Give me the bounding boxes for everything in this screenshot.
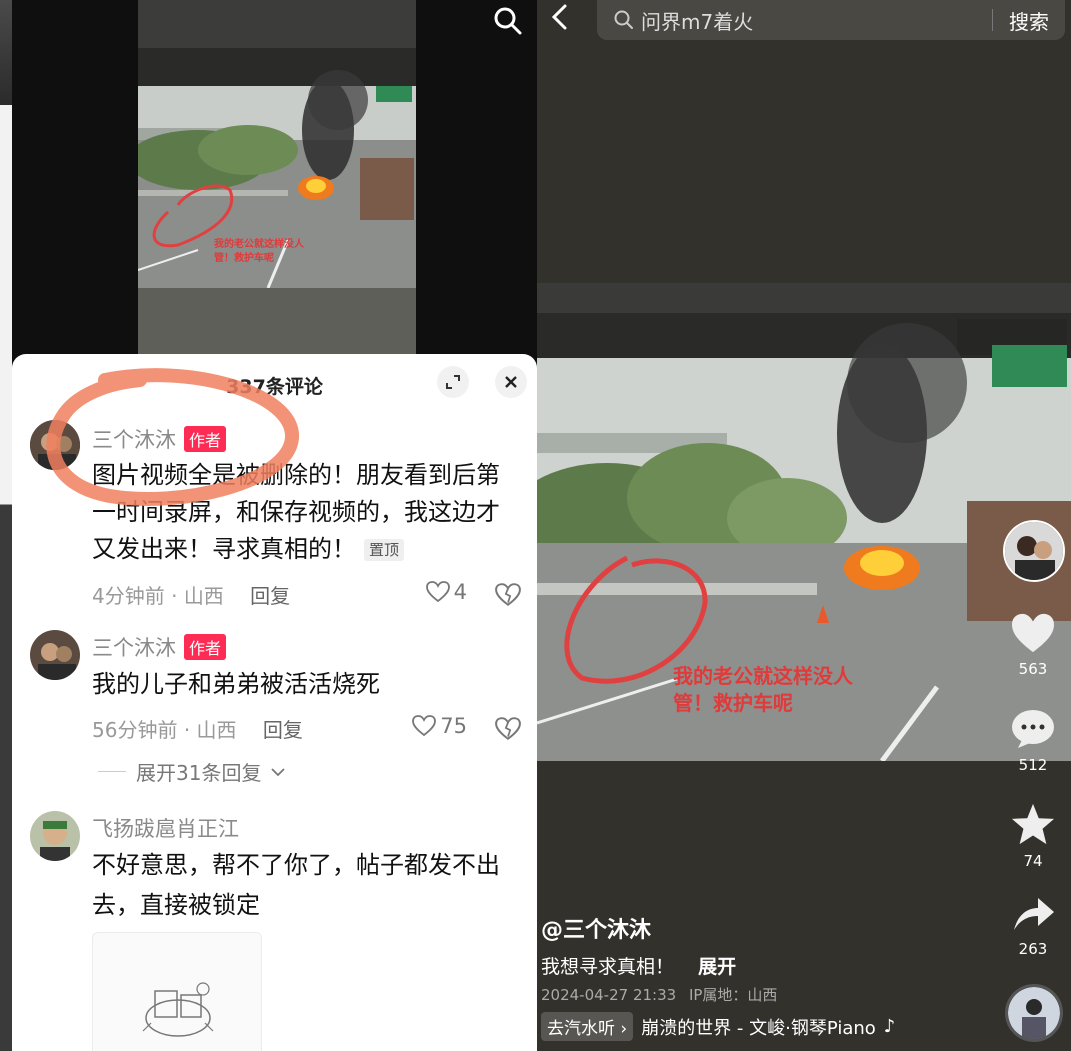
description-text: 我想寻求真相！ [541,956,675,978]
favorite-action[interactable]: 74 [1003,802,1063,870]
pinned-badge: 置顶 [364,539,405,561]
like-count: 4 [453,580,467,604]
divider-dash [98,771,126,772]
cartoon-sticker-icon [142,982,214,1037]
video-caption-overlay: 我的老公就这样没人 管！救护车呢 [673,663,853,717]
caption-line-1: 我的老公就这样没人 [214,239,304,250]
chevron-down-icon [271,767,286,776]
user-photo-icon [30,630,80,680]
expand-icon [446,375,460,389]
video-caption-overlay: 我的老公就这样没人 管！救护车呢 [214,238,304,266]
comment-count: 512 [1018,756,1048,774]
comment-action[interactable]: 512 [1003,708,1063,774]
username-text: 三个沐沐 [92,636,176,660]
comment-location: 山西 [196,718,237,742]
search-button[interactable]: 搜索 [993,6,1065,35]
music-row: 去汽水听 › 崩溃的世界 - 文峻·钢琴Piano ♪ [541,1012,895,1041]
search-input[interactable]: 问界m7着火 [641,6,992,35]
comment-attached-image[interactable] [92,932,262,1051]
music-disc[interactable] [1005,984,1063,1042]
caption-line-1: 我的老公就这样没人 [673,664,853,688]
comment-location: 山西 [183,584,224,608]
video-scene [128,0,416,355]
expand-description-button[interactable]: 展开 [698,956,736,978]
video-frame: 我的老公就这样没人 管！救护车呢 [128,0,416,355]
fullscreen-button[interactable] [437,366,469,398]
avatar[interactable] [30,630,80,680]
creator-avatar[interactable] [1003,520,1065,582]
comment-meta: 4分钟前 · 山西 回复 [92,580,290,609]
username-text: 飞扬跋扈肖正江 [92,817,239,841]
left-screenshot-panel: 我的老公就这样没人 管！救护车呢 337条评论 三个沐沐 作者 图片视频全是被删… [0,0,537,1051]
meta-dot: · [183,718,197,742]
comment-text: 不好意思，帮不了你了，帖子都发不出去，直接被锁定 [92,851,500,919]
heart-icon [1012,613,1054,653]
like-action[interactable]: 563 [1003,612,1063,678]
search-icon [614,10,633,29]
close-button[interactable] [495,366,527,398]
back-arrow-icon[interactable] [545,2,575,32]
highlight-circle-annotation [46,368,299,506]
meta-dot: · [171,584,184,608]
reply-button[interactable]: 回复 [263,718,303,742]
video-description: 我想寻求真相！ 展开 [541,952,736,979]
close-icon [505,376,517,388]
music-title[interactable]: 崩溃的世界 - 文峻·钢琴Piano [641,1014,876,1040]
caption-line-2: 管！救护车呢 [673,691,793,715]
caption-line-2: 管！救护车呢 [214,253,274,264]
comment-username[interactable]: 飞扬跋扈肖正江 [92,813,239,843]
expand-replies-label: 展开31条回复 [136,761,262,785]
comment-text: 我的儿子和弟弟被活活烧死 [92,670,380,698]
search-bar: 问界m7着火 搜索 [597,0,1065,40]
broken-heart-icon[interactable] [495,716,521,742]
share-count: 263 [1018,940,1048,958]
video-meta: 2024-04-27 21:33 IP属地：山西 [541,984,777,1005]
like-count: 563 [1018,660,1048,678]
star-icon [1011,803,1055,845]
comment-username[interactable]: 三个沐沐 作者 [92,632,227,662]
favorite-count: 74 [1023,852,1043,870]
share-arrow-icon [1014,898,1054,930]
music-note-icon: ♪ [883,1016,896,1037]
music-tag-label: 去汽水听 [547,1019,615,1039]
search-icon[interactable] [493,6,523,36]
like-button[interactable]: 75 [412,714,467,738]
right-screenshot-panel: 问界m7着火 搜索 我的老公就这样没人 管！救护车呢 563 512 74 26… [537,0,1071,1051]
user-photo-icon [30,811,80,861]
comment-meta: 56分钟前 · 山西 回复 [92,714,303,743]
share-action[interactable]: 263 [1003,894,1063,958]
expand-replies-button[interactable]: 展开31条回复 [98,757,286,786]
author-badge: 作者 [184,634,227,660]
user-photo-icon [1005,522,1063,580]
music-app-link[interactable]: 去汽水听 › [541,1012,634,1041]
comment-time: 56分钟前 [92,718,178,742]
heart-outline-icon [425,581,450,603]
like-button[interactable]: 4 [425,580,467,604]
heart-outline-icon [412,715,437,737]
ip-location: IP属地：山西 [688,986,778,1004]
like-count: 75 [440,714,467,738]
music-disc-icon [1008,987,1060,1039]
avatar[interactable] [30,811,80,861]
comment-time: 4分钟前 [92,584,165,608]
post-timestamp: 2024-04-27 21:33 [541,986,677,1004]
video-player[interactable]: 我的老公就这样没人 管！救护车呢 [537,283,1071,761]
video-author-handle[interactable]: @三个沐沐 [541,912,651,944]
comment-bubble-icon [1012,710,1054,748]
broken-heart-icon[interactable] [495,582,521,608]
reply-button[interactable]: 回复 [250,584,290,608]
background-app-edge [0,0,12,1051]
